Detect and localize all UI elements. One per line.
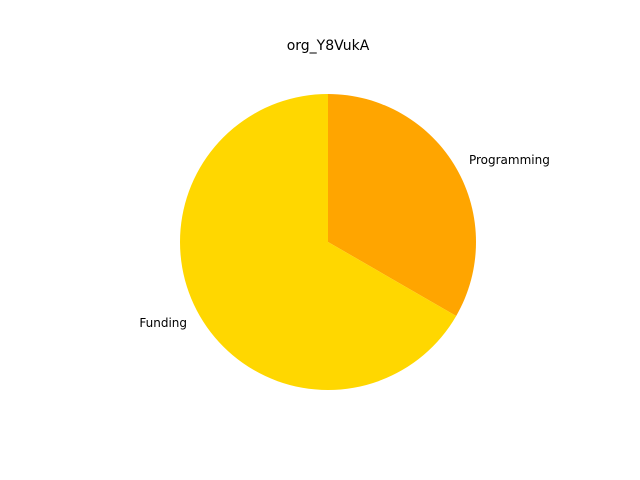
- pie-chart: org_Y8VukA Programming Funding: [139, 38, 550, 390]
- pie-label-funding: Funding: [139, 316, 187, 330]
- pie-slices: [180, 94, 476, 390]
- chart-title: org_Y8VukA: [287, 38, 370, 54]
- chart-container: org_Y8VukA Programming Funding: [0, 0, 640, 480]
- pie-label-programming: Programming: [469, 153, 550, 167]
